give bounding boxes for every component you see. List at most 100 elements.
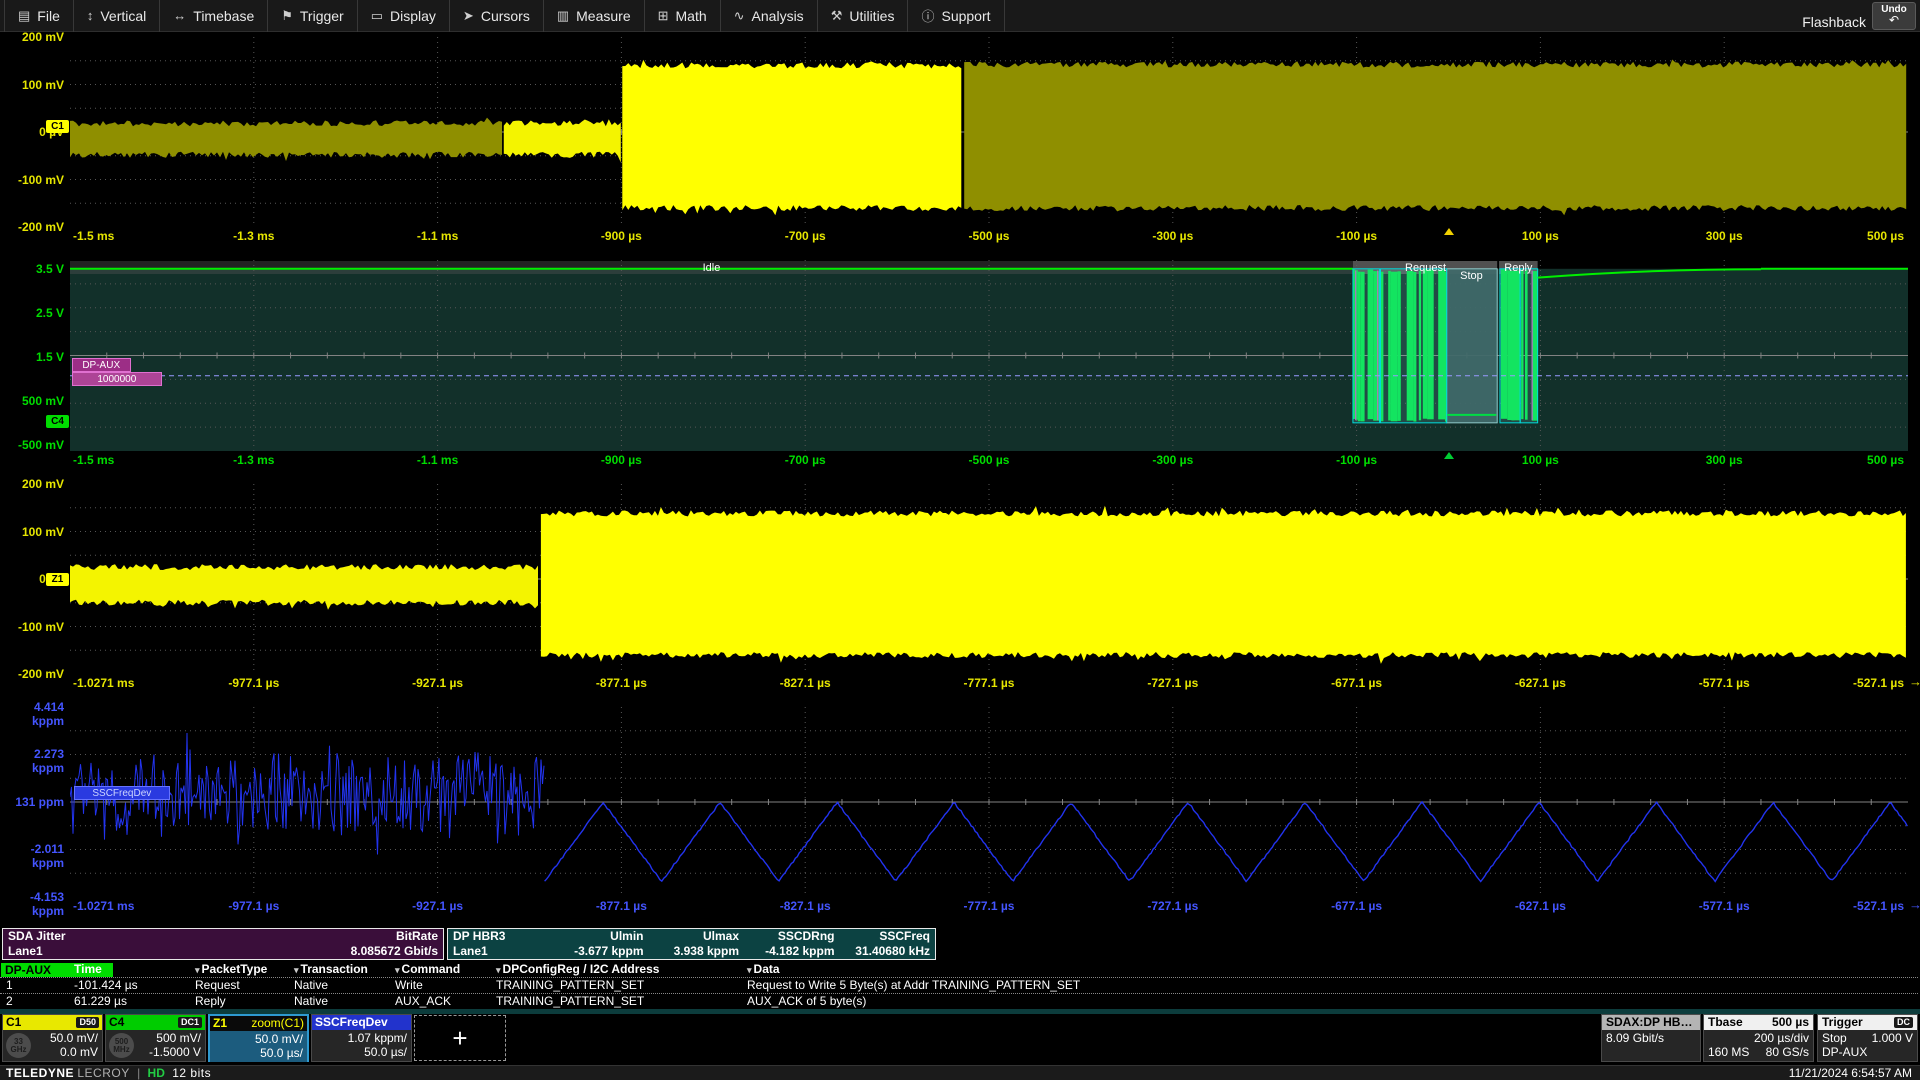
trace-descriptor-c4[interactable]: C4DC1500MHz500 mV/-1.5000 V [105,1014,206,1062]
c1-x-tick-label: -1.1 ms [417,229,458,243]
c1-x-tick-label: -1.3 ms [233,229,274,243]
sscfreqdev-x-tick-label: -577.1 µs [1699,899,1750,913]
menu-item-trigger[interactable]: ⚑Trigger [268,0,357,32]
menu-item-label: Math [676,8,707,24]
menu-item-timebase[interactable]: ↔Timebase [160,0,268,32]
c1-trigger-position-marker[interactable] [1444,228,1454,235]
trace-descriptor-c1[interactable]: C1D5033GHz50.0 mV/0.0 mV [2,1014,103,1062]
undo-button[interactable]: Undo ↶ [1872,2,1916,30]
decode-col-header-label: Data [754,962,780,976]
decode-cell: TRAINING_PATTERN_SET [496,978,644,993]
z1-x-tick-label: -877.1 µs [596,676,647,690]
menu-item-label: Cursors [481,8,530,24]
menu-item-analysis[interactable]: ∿Analysis [721,0,818,32]
sscfreqdev-x-tick-label: -627.1 µs [1515,899,1566,913]
c1-channel-marker[interactable]: C1 [46,120,69,133]
z1-y-tick-label: 100 mV [0,525,64,539]
c4-x-tick-label: -1.3 ms [233,453,274,467]
menu-item-utilities[interactable]: ⚒Utilities [818,0,909,32]
decode-cell: Native [294,994,328,1009]
descriptor-scale: 50.0 mV/ [214,1032,303,1046]
z1-x-tick-label: -527.1 µs [1853,676,1904,690]
sscfreqdev-y-tick-label: -2.011 kppm [0,842,64,870]
c4-x-tick-label: 100 µs [1522,453,1559,467]
c4-channel-marker[interactable]: C4 [46,415,69,428]
z1-grid[interactable] [70,484,1908,674]
descriptor-scale: 1.07 kppm/ [316,1031,407,1045]
measure-bitrate-value: 8.085672 Gbit/s [203,944,443,959]
decode-chip-dp-aux[interactable]: DP-AUX [72,358,131,372]
decode-row[interactable]: 1-101.424 µsRequestNativeWriteTRAINING_P… [0,978,1918,994]
decode-chip-1000000[interactable]: 1000000 [72,372,162,386]
trigger-box[interactable]: Trigger DC Stop 1.000 V DP-AUX [1817,1014,1918,1062]
menu-item-label: Utilities [849,8,894,24]
decode-col-header-packettype[interactable]: ▾PacketType [195,962,267,978]
c4-x-tick-label: -900 µs [601,453,642,467]
c1-x-tick-label: -700 µs [785,229,826,243]
measure-col-header: BitRate [203,929,443,944]
c1-x-tick-label: -1.5 ms [73,229,114,243]
menu-item-label: Display [390,8,436,24]
decode-chip-sscfreqdev[interactable]: SSCFreqDev [74,786,170,800]
decode-col-header-dpconfigreg-i2c-address[interactable]: ▾DPConfigReg / I2C Address [496,962,659,978]
c1-grid[interactable] [70,37,1908,227]
trace-descriptor-sscfreqdev[interactable]: SSCFreqDev1.07 kppm/50.0 µs/ [311,1014,412,1062]
sscfreqdev-x-tick-label: -677.1 µs [1331,899,1382,913]
sscfreqdev-x-tick-label: -1.0271 ms [73,899,134,913]
sscfreqdev-grid[interactable]: SSCFreqDev [70,707,1908,897]
menu-item-label: Measure [576,8,630,24]
decode-state-label-stop: Stop [1460,270,1483,282]
protocol-decode-table[interactable]: DP-AUXTime▾PacketType▾Transaction▾Comman… [0,962,1918,1010]
measure-icon: ▥ [557,8,569,24]
measure-table-dp-hbr3[interactable]: DP HBR3 UlminUlmaxSSCDRngSSCFreq Lane1 -… [447,928,936,960]
menu-item-support[interactable]: ⓘSupport [908,0,1004,32]
measure-col-value: -3.677 kppm [553,944,649,959]
descriptor-title: C4 [109,1015,124,1030]
sscfreqdev-x-tick-label: -977.1 µs [228,899,279,913]
decode-col-header-data[interactable]: ▾Data [747,962,780,978]
c1-x-tick-label: 100 µs [1522,229,1559,243]
decode-col-header-label: DPConfigReg / I2C Address [503,962,660,976]
decode-col-header-time[interactable]: Time [74,962,102,977]
menu-item-math[interactable]: ⊞Math [645,0,721,32]
c1-y-tick-label: 200 mV [0,30,64,44]
sdax-bitrate: 8.09 Gbit/s [1606,1031,1664,1045]
sscfreqdev-plot [70,707,1908,897]
decode-col-header-transaction[interactable]: ▾Transaction [294,962,368,978]
bandwidth-badge: 33GHz [6,1033,31,1058]
descriptor-title: C1 [6,1015,21,1030]
trace-descriptor-z1[interactable]: Z1zoom(C1)50.0 mV/50.0 µs/ [208,1014,309,1062]
decode-row-index: 1 [6,978,13,993]
decode-col-header-command[interactable]: ▾Command [395,962,460,978]
decode-cell: AUX_ACK of 5 byte(s) [747,994,866,1009]
menu-item-vertical[interactable]: ↕Vertical [74,0,160,32]
z1-channel-marker[interactable]: Z1 [46,573,69,586]
tbase-samples: 160 MS [1708,1045,1749,1059]
timebase-box[interactable]: Tbase 500 µs 200 µs/div 160 MS 80 GS/s [1703,1014,1814,1062]
menu-item-label: File [37,8,60,24]
measure-table-sda-jitter[interactable]: SDA Jitter BitRate Lane1 8.085672 Gbit/s [2,928,444,960]
decode-cell: Reply [195,994,226,1009]
decode-state-label-idle: Idle [703,262,721,274]
z1-x-tick-label: -727.1 µs [1147,676,1198,690]
menu-item-measure[interactable]: ▥ Measure [544,0,645,32]
column-sort-arrow-icon: ▾ [395,965,400,975]
c4-trigger-position-marker[interactable] [1444,452,1454,459]
menu-item-cursors[interactable]: ➤Cursors [450,0,544,32]
z1-x-tick-label: -577.1 µs [1699,676,1750,690]
timebase-icon: ↔ [173,8,186,23]
menu-item-file[interactable]: ▤File [4,0,74,32]
c1-x-tick-label: 500 µs [1867,229,1904,243]
menu-item-display[interactable]: ▭Display [358,0,450,32]
tbase-samplerate: 80 GS/s [1766,1045,1809,1059]
c4-grid[interactable]: IdleRequestStopReplyDP-AUX1000000 [70,260,1908,451]
undo-arrow-icon: ↶ [1873,14,1915,26]
add-trace-button[interactable]: + [414,1015,506,1061]
c1-y-tick-label: -100 mV [0,173,64,187]
sscfreqdev-x-tick-label: -927.1 µs [412,899,463,913]
sda-analysis-box[interactable]: SDAX:DP HB… 8.09 Gbit/s [1601,1014,1701,1062]
c4-x-tick-label: -300 µs [1152,453,1193,467]
c4-x-tick-label: 300 µs [1706,453,1743,467]
decode-row[interactable]: 261.229 µsReplyNativeAUX_ACKTRAINING_PAT… [0,994,1918,1010]
analysis-icon: ∿ [734,8,745,24]
